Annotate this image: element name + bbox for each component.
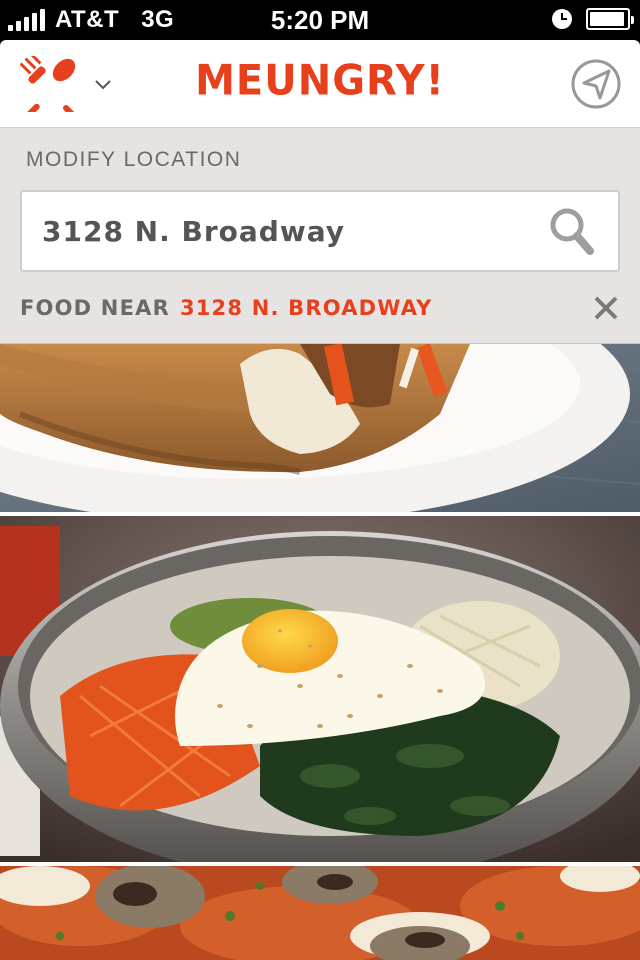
location-arrow-icon	[571, 59, 621, 109]
food-card-banh-mi[interactable]	[0, 344, 640, 512]
alarm-clock-icon	[552, 9, 572, 29]
app-header: MEUNGRY!	[0, 40, 640, 128]
battery-level	[590, 12, 625, 26]
modify-location-label: MODIFY LOCATION	[26, 148, 242, 171]
close-icon	[594, 296, 618, 320]
status-time: 5:20 PM	[270, 5, 370, 35]
status-bar: AT&T 3G 5:20 PM	[0, 0, 640, 40]
status-right	[552, 8, 634, 30]
food-near-prefix: FOOD NEAR	[20, 296, 170, 320]
food-card-bibimbap[interactable]	[0, 516, 640, 862]
search-icon	[550, 208, 594, 255]
current-location-button[interactable]	[570, 58, 622, 110]
search-button[interactable]	[548, 206, 596, 256]
food-near-address: 3128 N. BROADWAY	[179, 296, 433, 320]
food-feed	[0, 344, 640, 960]
food-near-heading: FOOD NEAR 3128 N. BROADWAY	[20, 296, 433, 320]
bibimbap-bowl-photo	[0, 516, 640, 862]
banh-mi-sandwich-photo	[0, 344, 640, 512]
food-card-pizza[interactable]	[0, 866, 640, 960]
clear-location-button[interactable]	[592, 294, 620, 322]
app-title: MEUNGRY!	[195, 56, 445, 106]
location-search-input[interactable]	[42, 192, 532, 270]
location-search-box	[20, 190, 620, 272]
mushroom-pizza-photo	[0, 866, 640, 960]
battery-icon	[586, 8, 634, 30]
location-panel: MODIFY LOCATION FOOD NEAR 3128 N. BROADW…	[0, 128, 640, 344]
